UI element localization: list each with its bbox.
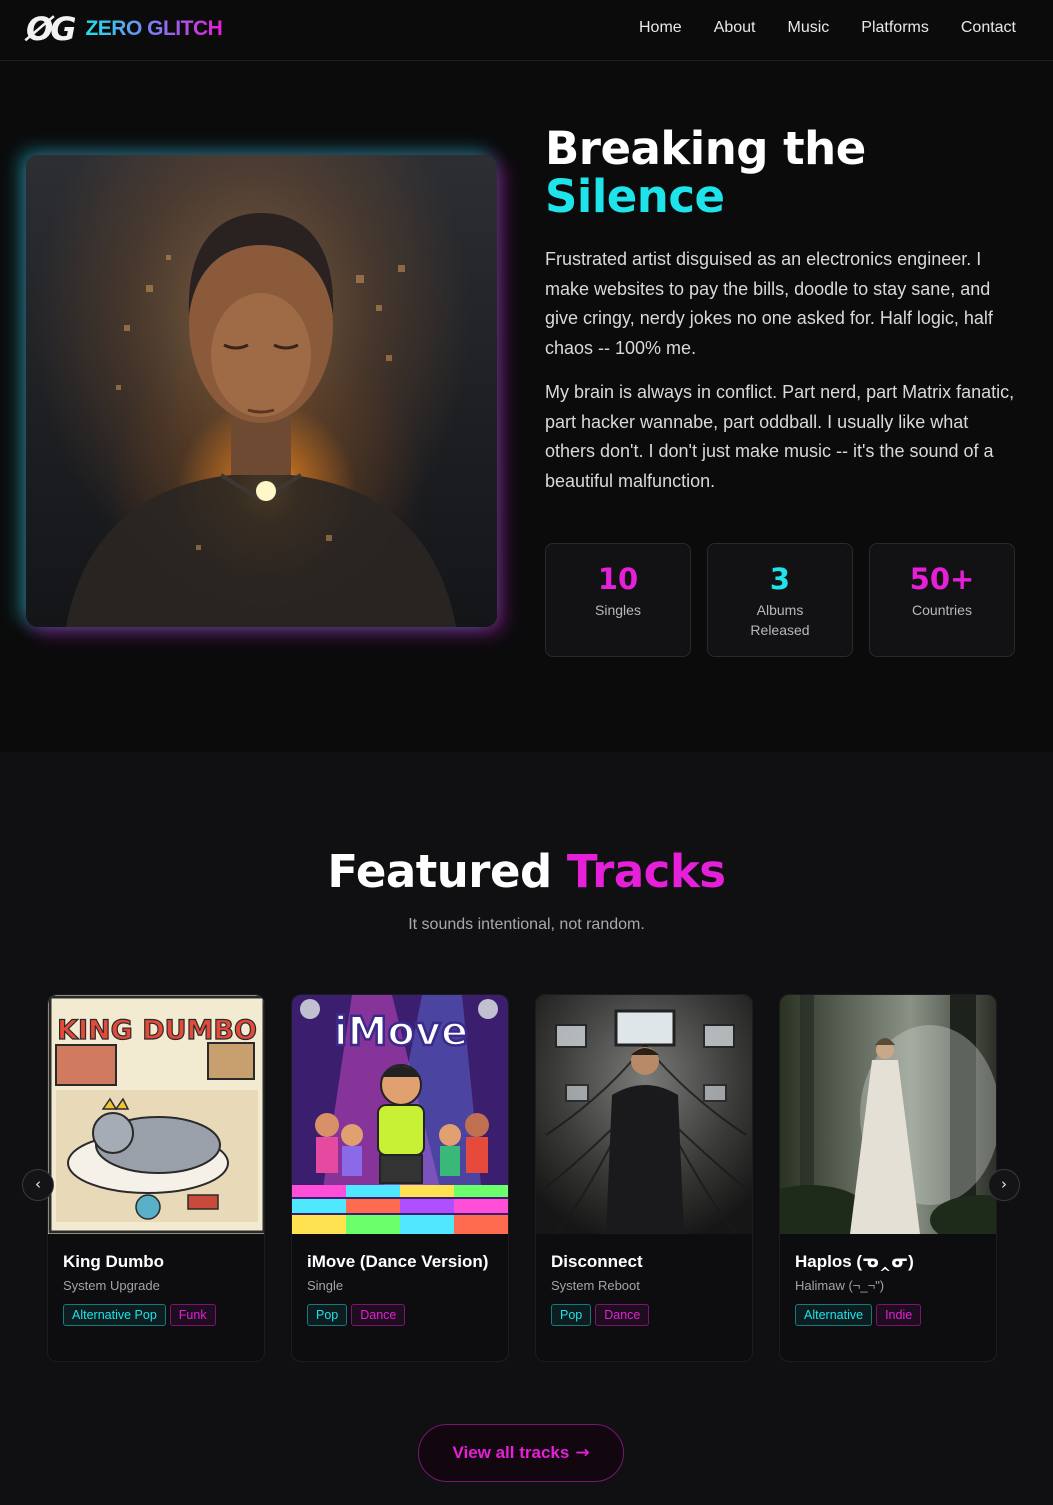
genre-tag[interactable]: Funk <box>169 1304 216 1326</box>
stat-countries: 50+ Countries <box>869 543 1015 657</box>
featured-tracks-section: Featured Tracks It sounds intentional, n… <box>0 752 1053 1505</box>
genre-tag[interactable]: Alternative <box>795 1304 873 1326</box>
track-cover: iMove <box>292 995 508 1234</box>
logo-mark: ØG <box>26 10 76 48</box>
nav-link-music[interactable]: Music <box>788 18 830 38</box>
stat-singles: 10 Singles <box>545 543 691 657</box>
track-subtitle: System Reboot <box>551 1278 640 1293</box>
stats-row: 10 Singles 3 Albums Released 50+ Countri… <box>545 543 1015 657</box>
nav-link-platforms[interactable]: Platforms <box>861 18 929 38</box>
hero-title-line2: Silence <box>545 170 725 223</box>
genre-tag[interactable]: Pop <box>551 1304 592 1326</box>
track-title[interactable]: iMove (Dance Version) <box>307 1252 493 1272</box>
track-subtitle: Single <box>307 1278 344 1293</box>
artist-portrait <box>26 155 497 627</box>
track-card-king-dumbo[interactable]: KING DUMBO King Dumbo System Upgrade Alt… <box>47 994 265 1362</box>
hero-section: Breaking the Silence Frustrated artist d… <box>0 61 1053 752</box>
stat-label: Countries <box>912 602 972 618</box>
section-title-word1: Featured <box>327 845 552 898</box>
genre-tag[interactable]: Alternative Pop <box>63 1304 166 1326</box>
track-title[interactable]: Haplos (ᓀ‸ᓂ) <box>795 1252 981 1272</box>
section-subtitle: It sounds intentional, not random. <box>408 916 645 933</box>
genre-tag[interactable]: Indie <box>876 1304 922 1326</box>
track-cover: KING DUMBO <box>48 995 264 1234</box>
hero-title: Breaking the Silence <box>545 125 1025 221</box>
site-logo[interactable]: ØG ZERO GLITCH <box>26 9 223 49</box>
top-nav: ØG ZERO GLITCH Home About Music Platform… <box>0 0 1053 61</box>
stat-value: 3 <box>769 562 791 596</box>
view-all-tracks-button[interactable]: View all tracks → <box>418 1424 624 1482</box>
stat-label: Singles <box>595 602 641 618</box>
track-card-disconnect[interactable]: Disconnect System Reboot Pop Dance <box>535 994 753 1362</box>
genre-tag[interactable]: Pop <box>307 1304 348 1326</box>
genre-tag[interactable]: Dance <box>351 1304 406 1326</box>
hero-paragraph-2: My brain is always in conflict. Part ner… <box>545 382 1015 491</box>
carousel-prev-button[interactable]: ‹ <box>22 1169 54 1201</box>
cover-title-text: KING DUMBO <box>57 1015 257 1046</box>
nav-link-contact[interactable]: Contact <box>961 18 1016 38</box>
stat-albums: 3 Albums Released <box>707 543 853 657</box>
view-all-label: View all tracks <box>452 1443 570 1462</box>
cover-title-text: iMove <box>334 1009 468 1055</box>
hero-title-line1: Breaking the <box>545 122 866 175</box>
chevron-left-icon: ‹ <box>35 1175 41 1193</box>
genre-tags: Alternative Indie <box>795 1304 981 1326</box>
section-title-word2: Tracks <box>566 845 726 898</box>
arrow-right-icon: → <box>575 1443 590 1463</box>
section-title: Featured Tracks <box>0 844 1053 900</box>
nav-links: Home About Music Platforms Contact <box>639 18 1016 38</box>
brand-name: ZERO GLITCH <box>85 17 223 40</box>
track-cover <box>780 995 996 1234</box>
hero-paragraph-1: Frustrated artist disguised as an electr… <box>545 249 993 358</box>
genre-tags: Alternative Pop Funk <box>63 1304 249 1326</box>
nav-link-about[interactable]: About <box>714 18 756 38</box>
track-carousel: KING DUMBO King Dumbo System Upgrade Alt… <box>47 994 997 1362</box>
chevron-right-icon: › <box>1001 1175 1007 1193</box>
stat-value: 50+ <box>909 562 975 596</box>
track-subtitle: System Upgrade <box>63 1278 160 1293</box>
genre-tag[interactable]: Dance <box>595 1304 650 1326</box>
stat-value: 10 <box>597 562 639 596</box>
track-cover <box>536 995 752 1234</box>
track-card-haplos[interactable]: Haplos (ᓀ‸ᓂ) Halimaw (¬_¬") Alternative … <box>779 994 997 1362</box>
track-title[interactable]: Disconnect <box>551 1252 737 1272</box>
genre-tags: Pop Dance <box>551 1304 737 1326</box>
stat-label: Albums Released <box>750 602 810 638</box>
carousel-next-button[interactable]: › <box>988 1169 1020 1201</box>
genre-tags: Pop Dance <box>307 1304 493 1326</box>
nav-link-home[interactable]: Home <box>639 18 682 38</box>
track-title[interactable]: King Dumbo <box>63 1252 249 1272</box>
track-subtitle: Halimaw (¬_¬") <box>795 1278 885 1293</box>
track-card-imove[interactable]: iMove iMove (Dance Version) Single Pop D… <box>291 994 509 1362</box>
